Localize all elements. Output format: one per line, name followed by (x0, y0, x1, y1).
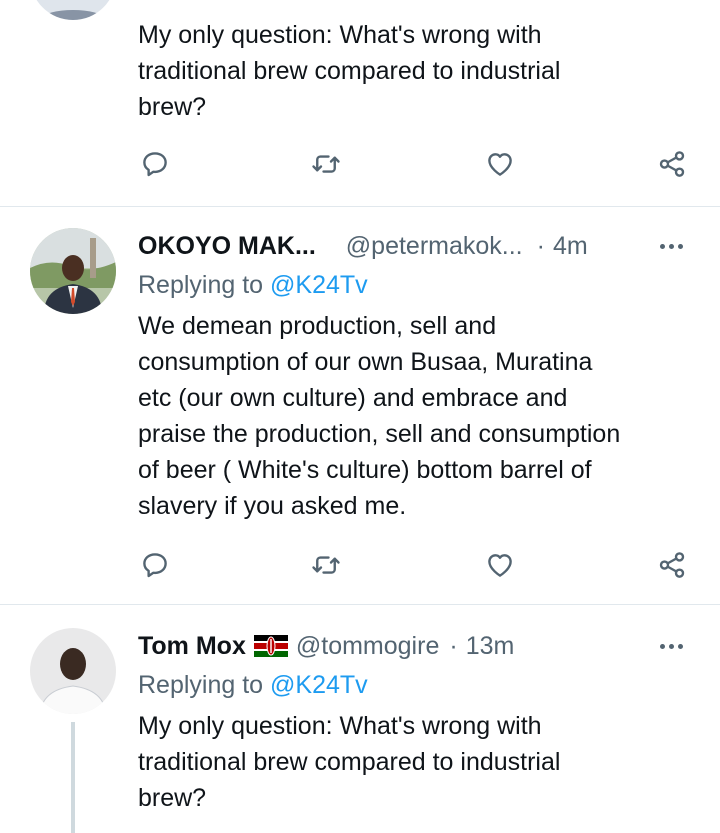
mention-link[interactable]: @K24Tv (270, 271, 368, 299)
kenya-flag-icon (253, 635, 288, 657)
tweet-top[interactable]: My only question: What's wrong with trad… (0, 0, 720, 206)
replying-to: Replying to @K24Tv (138, 271, 368, 299)
timestamp[interactable]: 13m (466, 632, 515, 661)
like-button[interactable] (483, 147, 517, 181)
tweet-actions (138, 548, 698, 582)
like-button[interactable] (483, 548, 517, 582)
tweet-header: OKOYO MAK... @petermakok... · 4m (138, 230, 690, 262)
share-icon (659, 552, 685, 578)
display-name[interactable]: OKOYO MAK... (138, 232, 316, 261)
like-icon (488, 153, 512, 176)
separator: · (536, 231, 545, 260)
tweet-text: My only question: What's wrong with trad… (138, 712, 561, 812)
share-icon (659, 151, 685, 177)
tweet-okoyo[interactable]: OKOYO MAK... @petermakok... · 4m Replyin… (0, 207, 720, 604)
more-button[interactable] (656, 630, 686, 662)
tweet-text: My only question: What's wrong with trad… (138, 21, 561, 121)
replying-to: Replying to @K24Tv (138, 671, 368, 699)
mention-link[interactable]: @K24Tv (270, 671, 368, 699)
retweet-button[interactable] (309, 147, 343, 181)
reply-icon (143, 152, 167, 177)
reply-icon (143, 553, 167, 578)
avatar[interactable] (30, 628, 116, 714)
more-icon (659, 643, 665, 649)
share-button[interactable] (655, 548, 689, 582)
display-name[interactable]: Tom Mox (138, 632, 246, 661)
timestamp[interactable]: 4m (553, 232, 588, 261)
more-icon (659, 243, 665, 249)
user-handle[interactable]: @tommogire (296, 632, 439, 661)
reply-button[interactable] (138, 147, 172, 181)
tweet-header: Tom Mox @tommogire · 13m (138, 630, 690, 662)
separator: · (449, 631, 458, 660)
more-button[interactable] (656, 230, 686, 262)
thread-line (71, 722, 75, 833)
retweet-button[interactable] (309, 548, 343, 582)
avatar[interactable] (30, 0, 116, 20)
tweet-tom-mox[interactable]: Tom Mox @tommogire · 13m Replying to @K2… (0, 605, 720, 833)
user-handle[interactable]: @petermakok... (346, 232, 523, 261)
tweet-text: We demean production, sell and consumpti… (138, 312, 621, 520)
like-icon (488, 554, 512, 577)
retweet-icon (312, 155, 340, 173)
reply-button[interactable] (138, 548, 172, 582)
avatar[interactable] (30, 228, 116, 314)
tweet-actions (138, 147, 698, 181)
retweet-icon (312, 556, 340, 574)
share-button[interactable] (655, 147, 689, 181)
